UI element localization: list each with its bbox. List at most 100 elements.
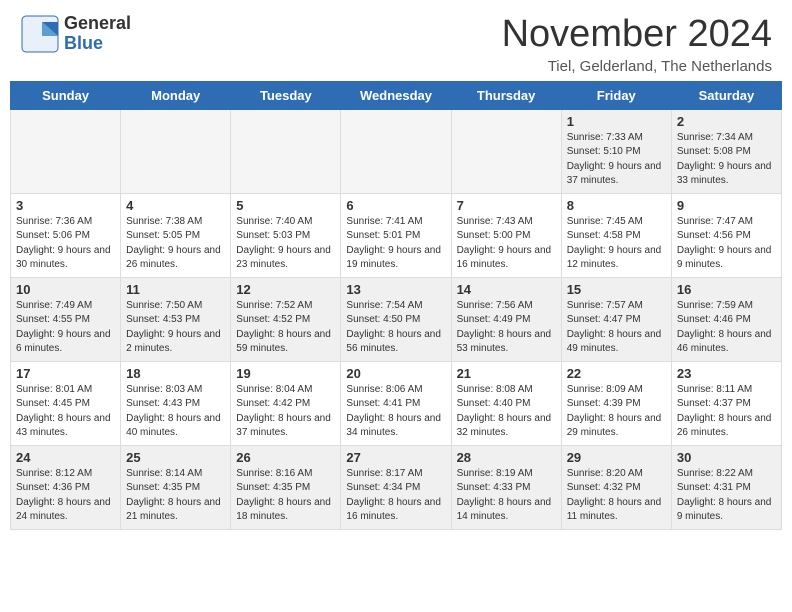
- day-cell: 17 Sunrise: 8:01 AM Sunset: 4:45 PM Dayli…: [11, 361, 121, 445]
- day-info: Sunrise: 8:08 AM Sunset: 4:40 PM Dayligh…: [457, 383, 556, 441]
- day-cell: 23 Sunrise: 8:11 AM Sunset: 4:37 PM Dayli…: [671, 361, 781, 445]
- day-info: Sunrise: 8:11 AM Sunset: 4:37 PM Dayligh…: [677, 383, 776, 441]
- day-info: Sunrise: 8:01 AM Sunset: 4:45 PM Dayligh…: [16, 383, 115, 441]
- day-info: Sunrise: 8:17 AM Sunset: 4:34 PM Dayligh…: [346, 467, 445, 525]
- title-section: November 2024 Tiel, Gelderland, The Neth…: [502, 14, 772, 75]
- day-info: Sunrise: 7:50 AM Sunset: 4:53 PM Dayligh…: [126, 299, 225, 357]
- day-info: Sunrise: 7:34 AM Sunset: 5:08 PM Dayligh…: [677, 131, 776, 189]
- day-cell: 24 Sunrise: 8:12 AM Sunset: 4:36 PM Dayli…: [11, 445, 121, 529]
- header-saturday: Saturday: [671, 81, 781, 109]
- header-monday: Monday: [121, 81, 231, 109]
- day-number: 18: [126, 366, 225, 381]
- day-info: Sunrise: 7:36 AM Sunset: 5:06 PM Dayligh…: [16, 215, 115, 273]
- day-number: 29: [567, 450, 666, 465]
- day-cell: 7Sunrise: 7:43 AM Sunset: 5:00 PM Daylig…: [451, 193, 561, 277]
- day-info: Sunrise: 7:49 AM Sunset: 4:55 PM Dayligh…: [16, 299, 115, 357]
- day-info: Sunrise: 7:45 AM Sunset: 4:58 PM Dayligh…: [567, 215, 666, 273]
- logo-general: General: [64, 14, 131, 34]
- day-info: Sunrise: 8:03 AM Sunset: 4:43 PM Dayligh…: [126, 383, 225, 441]
- location: Tiel, Gelderland, The Netherlands: [502, 58, 772, 75]
- day-cell: 26 Sunrise: 8:16 AM Sunset: 4:35 PM Dayli…: [231, 445, 341, 529]
- day-number: 6: [346, 198, 445, 213]
- day-number: 24: [16, 450, 115, 465]
- day-info: Sunrise: 8:22 AM Sunset: 4:31 PM Dayligh…: [677, 467, 776, 525]
- day-cell: 12 Sunrise: 7:52 AM Sunset: 4:52 PM Dayli…: [231, 277, 341, 361]
- day-number: 13: [346, 282, 445, 297]
- day-number: 14: [457, 282, 556, 297]
- day-cell: 28Sunrise: 8:19 AM Sunset: 4:33 PM Dayli…: [451, 445, 561, 529]
- day-cell: 3 Sunrise: 7:36 AM Sunset: 5:06 PM Daylig…: [11, 193, 121, 277]
- day-cell: 6 Sunrise: 7:41 AM Sunset: 5:01 PM Daylig…: [341, 193, 451, 277]
- logo-text: General Blue: [64, 14, 131, 54]
- logo-blue: Blue: [64, 34, 131, 54]
- day-info: Sunrise: 7:54 AM Sunset: 4:50 PM Dayligh…: [346, 299, 445, 357]
- header-thursday: Thursday: [451, 81, 561, 109]
- day-cell: 9 Sunrise: 7:47 AM Sunset: 4:56 PM Daylig…: [671, 193, 781, 277]
- day-cell: 29 Sunrise: 8:20 AM Sunset: 4:32 PM Dayli…: [561, 445, 671, 529]
- day-cell: 27 Sunrise: 8:17 AM Sunset: 4:34 PM Dayli…: [341, 445, 451, 529]
- day-number: 17: [16, 366, 115, 381]
- calendar-header-row: Sunday Monday Tuesday Wednesday Thursday…: [11, 81, 782, 109]
- day-info: Sunrise: 7:57 AM Sunset: 4:47 PM Dayligh…: [567, 299, 666, 357]
- day-info: Sunrise: 8:20 AM Sunset: 4:32 PM Dayligh…: [567, 467, 666, 525]
- day-info: Sunrise: 7:59 AM Sunset: 4:46 PM Dayligh…: [677, 299, 776, 357]
- day-number: 21: [457, 366, 556, 381]
- day-number: 30: [677, 450, 776, 465]
- day-info: Sunrise: 8:14 AM Sunset: 4:35 PM Dayligh…: [126, 467, 225, 525]
- day-cell: 1Sunrise: 7:33 AM Sunset: 5:10 PM Daylig…: [561, 109, 671, 193]
- page-wrapper: General Blue November 2024 Tiel, Gelderl…: [0, 0, 792, 540]
- header-wednesday: Wednesday: [341, 81, 451, 109]
- day-cell: 15 Sunrise: 7:57 AM Sunset: 4:47 PM Dayli…: [561, 277, 671, 361]
- day-cell: 2 Sunrise: 7:34 AM Sunset: 5:08 PM Daylig…: [671, 109, 781, 193]
- day-number: 9: [677, 198, 776, 213]
- day-cell: 25Sunrise: 8:14 AM Sunset: 4:35 PM Dayli…: [121, 445, 231, 529]
- day-info: Sunrise: 7:33 AM Sunset: 5:10 PM Dayligh…: [567, 131, 666, 189]
- calendar-week-0: 1Sunrise: 7:33 AM Sunset: 5:10 PM Daylig…: [11, 109, 782, 193]
- day-cell: 13 Sunrise: 7:54 AM Sunset: 4:50 PM Dayli…: [341, 277, 451, 361]
- day-cell: [121, 109, 231, 193]
- day-cell: 14 Sunrise: 7:56 AM Sunset: 4:49 PM Dayli…: [451, 277, 561, 361]
- day-info: Sunrise: 7:56 AM Sunset: 4:49 PM Dayligh…: [457, 299, 556, 357]
- day-info: Sunrise: 7:40 AM Sunset: 5:03 PM Dayligh…: [236, 215, 335, 273]
- day-number: 11: [126, 282, 225, 297]
- day-number: 15: [567, 282, 666, 297]
- day-cell: 4Sunrise: 7:38 AM Sunset: 5:05 PM Daylig…: [121, 193, 231, 277]
- day-info: Sunrise: 8:12 AM Sunset: 4:36 PM Dayligh…: [16, 467, 115, 525]
- day-number: 2: [677, 114, 776, 129]
- day-number: 19: [236, 366, 335, 381]
- calendar-week-1: 3 Sunrise: 7:36 AM Sunset: 5:06 PM Daylig…: [11, 193, 782, 277]
- day-number: 7: [457, 198, 556, 213]
- day-number: 12: [236, 282, 335, 297]
- day-cell: 22 Sunrise: 8:09 AM Sunset: 4:39 PM Dayli…: [561, 361, 671, 445]
- day-info: Sunrise: 7:41 AM Sunset: 5:01 PM Dayligh…: [346, 215, 445, 273]
- day-number: 10: [16, 282, 115, 297]
- day-number: 5: [236, 198, 335, 213]
- logo: General Blue: [20, 14, 131, 54]
- day-number: 16: [677, 282, 776, 297]
- day-info: Sunrise: 8:16 AM Sunset: 4:35 PM Dayligh…: [236, 467, 335, 525]
- day-number: 20: [346, 366, 445, 381]
- day-cell: 10 Sunrise: 7:49 AM Sunset: 4:55 PM Dayli…: [11, 277, 121, 361]
- day-cell: 20Sunrise: 8:06 AM Sunset: 4:41 PM Dayli…: [341, 361, 451, 445]
- day-cell: [341, 109, 451, 193]
- day-cell: [231, 109, 341, 193]
- day-number: 23: [677, 366, 776, 381]
- header: General Blue November 2024 Tiel, Gelderl…: [0, 0, 792, 81]
- day-cell: 11 Sunrise: 7:50 AM Sunset: 4:53 PM Dayli…: [121, 277, 231, 361]
- day-number: 27: [346, 450, 445, 465]
- header-sunday: Sunday: [11, 81, 121, 109]
- day-number: 3: [16, 198, 115, 213]
- day-cell: 16 Sunrise: 7:59 AM Sunset: 4:46 PM Dayli…: [671, 277, 781, 361]
- day-info: Sunrise: 8:09 AM Sunset: 4:39 PM Dayligh…: [567, 383, 666, 441]
- day-number: 26: [236, 450, 335, 465]
- day-info: Sunrise: 7:52 AM Sunset: 4:52 PM Dayligh…: [236, 299, 335, 357]
- day-info: Sunrise: 7:38 AM Sunset: 5:05 PM Dayligh…: [126, 215, 225, 273]
- calendar-table: Sunday Monday Tuesday Wednesday Thursday…: [10, 81, 782, 530]
- day-cell: [11, 109, 121, 193]
- calendar-week-3: 17 Sunrise: 8:01 AM Sunset: 4:45 PM Dayli…: [11, 361, 782, 445]
- day-info: Sunrise: 7:47 AM Sunset: 4:56 PM Dayligh…: [677, 215, 776, 273]
- day-number: 22: [567, 366, 666, 381]
- calendar-week-4: 24 Sunrise: 8:12 AM Sunset: 4:36 PM Dayli…: [11, 445, 782, 529]
- month-title: November 2024: [502, 14, 772, 56]
- day-number: 8: [567, 198, 666, 213]
